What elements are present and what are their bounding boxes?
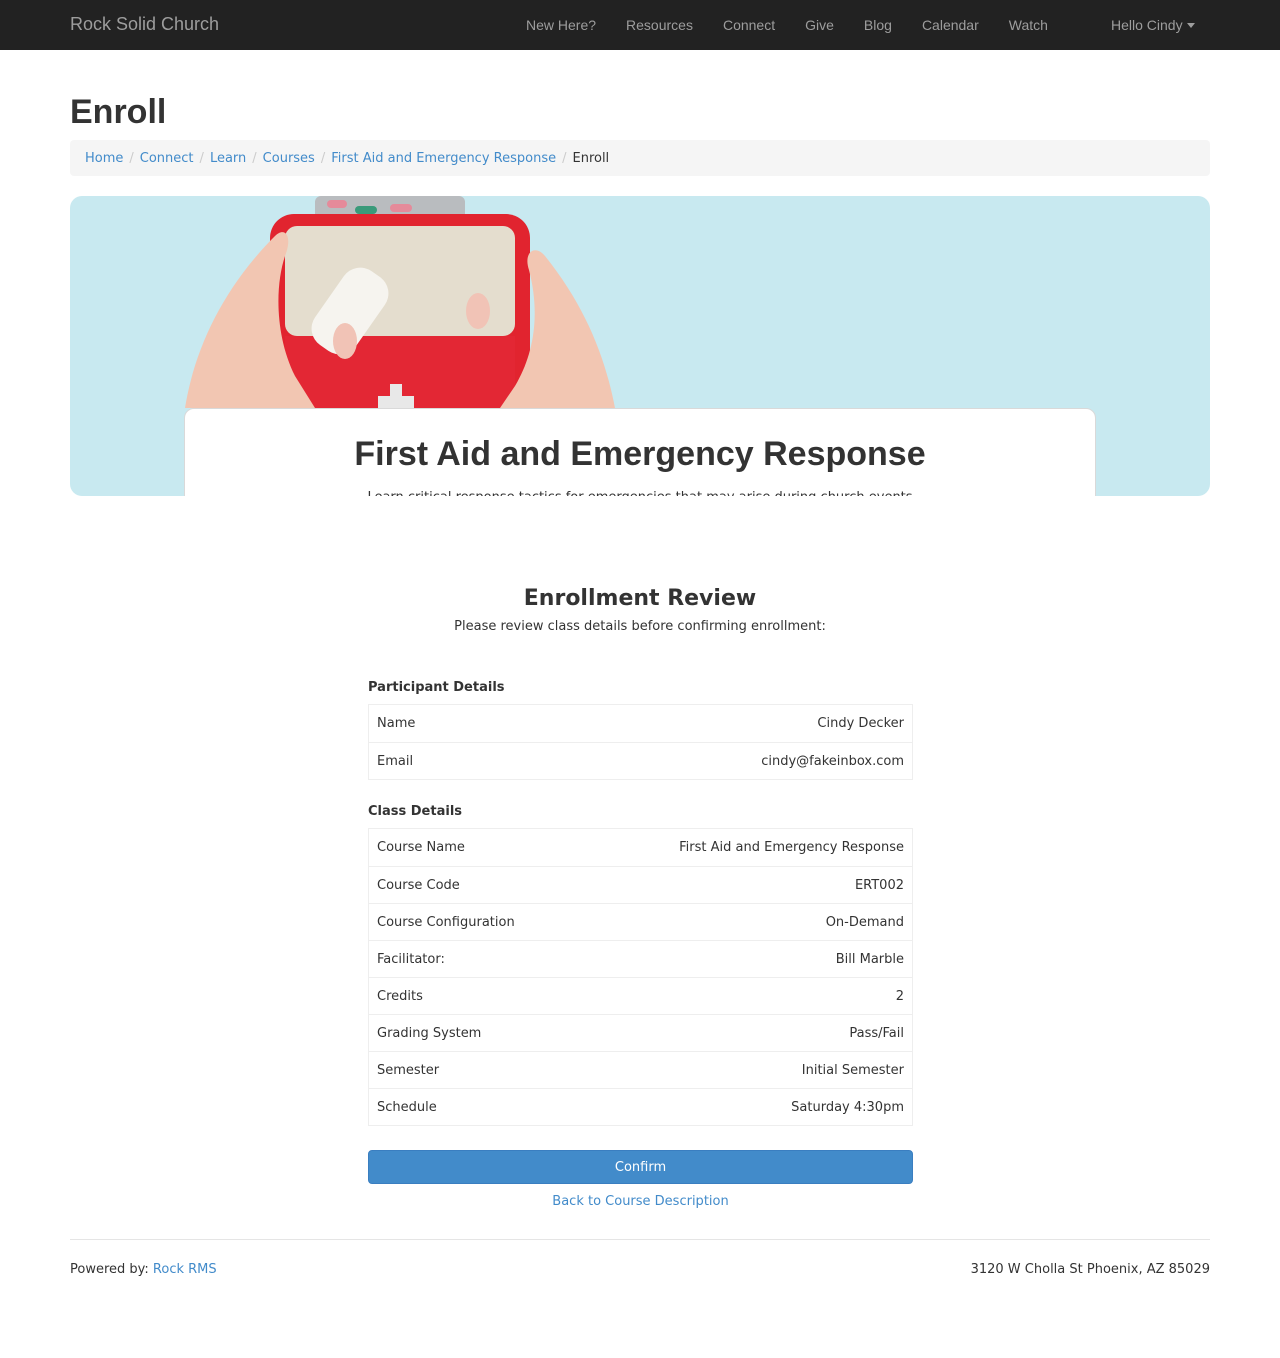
row-value: cindy@fakeinbox.com <box>761 753 904 769</box>
main-content: Enroll Home / Connect / Learn / Courses … <box>70 92 1210 1331</box>
table-row: Credits 2 <box>369 977 912 1014</box>
enrollment-details: Participant Details Name Cindy Decker Em… <box>368 680 913 1209</box>
table-row: Name Cindy Decker <box>369 705 912 742</box>
table-row: Course Configuration On-Demand <box>369 903 912 940</box>
row-value: Bill Marble <box>835 951 904 967</box>
breadcrumb-separator: / <box>320 150 326 166</box>
row-label: Email <box>377 753 414 769</box>
row-value: Initial Semester <box>801 1062 904 1078</box>
enrollment-review-subtitle: Please review class details before confi… <box>454 619 826 634</box>
back-to-course-link[interactable]: Back to Course Description <box>368 1194 913 1209</box>
class-details-table: Course Name First Aid and Emergency Resp… <box>368 828 913 1126</box>
row-label: Course Code <box>377 877 460 893</box>
top-navbar: Rock Solid Church New Here? Resources Co… <box>0 0 1280 50</box>
breadcrumb-separator: / <box>129 150 134 166</box>
breadcrumb-separator: / <box>562 150 567 166</box>
row-label: Grading System <box>377 1025 482 1041</box>
page-footer: Powered by: Rock RMS 3120 W Cholla St Ph… <box>70 1239 1210 1331</box>
nav-item-blog[interactable]: Blog <box>849 17 907 33</box>
course-description: Learn critical response tactics for emer… <box>185 490 1095 496</box>
table-row: Course Name First Aid and Emergency Resp… <box>369 829 912 866</box>
nav-item-resources[interactable]: Resources <box>611 17 708 33</box>
nav-item-give[interactable]: Give <box>790 17 849 33</box>
user-menu-dropdown[interactable]: Hello Cindy <box>1111 17 1195 33</box>
row-label: Course Name <box>377 840 465 855</box>
breadcrumb-separator: / <box>252 150 257 166</box>
course-summary-card: First Aid and Emergency Response Learn c… <box>184 408 1096 496</box>
enrollment-review-header: Enrollment Review Please review class de… <box>70 586 1210 634</box>
breadcrumb-home[interactable]: Home <box>85 151 123 166</box>
row-label: Schedule <box>377 1099 437 1115</box>
rock-rms-link[interactable]: Rock RMS <box>153 1262 217 1277</box>
row-value: 2 <box>895 988 904 1004</box>
row-value: ERT002 <box>854 877 904 893</box>
table-row: Course Code ERT002 <box>369 866 912 903</box>
row-label: Name <box>377 716 416 731</box>
table-row: Facilitator: Bill Marble <box>369 940 912 977</box>
breadcrumb-courses[interactable]: Courses <box>263 151 315 166</box>
nav-item-new-here[interactable]: New Here? <box>511 17 611 33</box>
breadcrumb: Home / Connect / Learn / Courses / First… <box>70 140 1210 176</box>
table-row: Grading System Pass/Fail <box>369 1014 912 1051</box>
course-hero: First Aid and Emergency Response Learn c… <box>70 196 1210 496</box>
table-row: Schedule Saturday 4:30pm <box>369 1088 912 1125</box>
enrollment-review-title: Enrollment Review <box>523 586 757 611</box>
nav-item-watch[interactable]: Watch <box>994 17 1063 33</box>
row-value: Saturday 4:30pm <box>791 1099 904 1115</box>
powered-by-label: Powered by: <box>70 1262 153 1277</box>
row-value: Pass/Fail <box>849 1025 904 1041</box>
breadcrumb-course[interactable]: First Aid and Emergency Response <box>331 151 556 166</box>
page-title: Enroll <box>70 93 167 131</box>
row-label: Facilitator: <box>377 951 445 967</box>
breadcrumb-separator: / <box>199 150 204 166</box>
nav-item-connect[interactable]: Connect <box>708 17 790 33</box>
church-address: 3120 W Cholla St Phoenix, AZ 85029 <box>970 1262 1210 1277</box>
participant-details-table: Name Cindy Decker Email cindy@fakeinbox.… <box>368 704 913 780</box>
caret-down-icon <box>1186 22 1195 28</box>
row-value: On-Demand <box>825 914 904 930</box>
participant-details-label: Participant Details <box>368 680 505 695</box>
row-value: Cindy Decker <box>817 716 904 731</box>
user-menu-label: Hello Cindy <box>1111 17 1183 33</box>
brand-logo-link[interactable]: Rock Solid Church <box>70 14 219 35</box>
breadcrumb-connect[interactable]: Connect <box>140 151 194 166</box>
table-row: Email cindy@fakeinbox.com <box>369 742 912 779</box>
row-label: Credits <box>377 988 423 1004</box>
row-label: Course Configuration <box>377 914 515 930</box>
table-row: Semester Initial Semester <box>369 1051 912 1088</box>
course-title: First Aid and Emergency Response <box>354 435 926 473</box>
row-label: Semester <box>377 1062 440 1078</box>
powered-by: Powered by: Rock RMS <box>70 1262 217 1331</box>
nav-item-calendar[interactable]: Calendar <box>907 17 994 33</box>
main-nav: New Here? Resources Connect Give Blog Ca… <box>511 0 1063 50</box>
breadcrumb-current: Enroll <box>572 150 610 166</box>
breadcrumb-learn[interactable]: Learn <box>210 151 246 166</box>
first-aid-kit-image <box>185 196 615 408</box>
row-value: First Aid and Emergency Response <box>679 840 904 855</box>
class-details-label: Class Details <box>368 804 463 819</box>
confirm-button[interactable]: Confirm <box>368 1150 913 1184</box>
